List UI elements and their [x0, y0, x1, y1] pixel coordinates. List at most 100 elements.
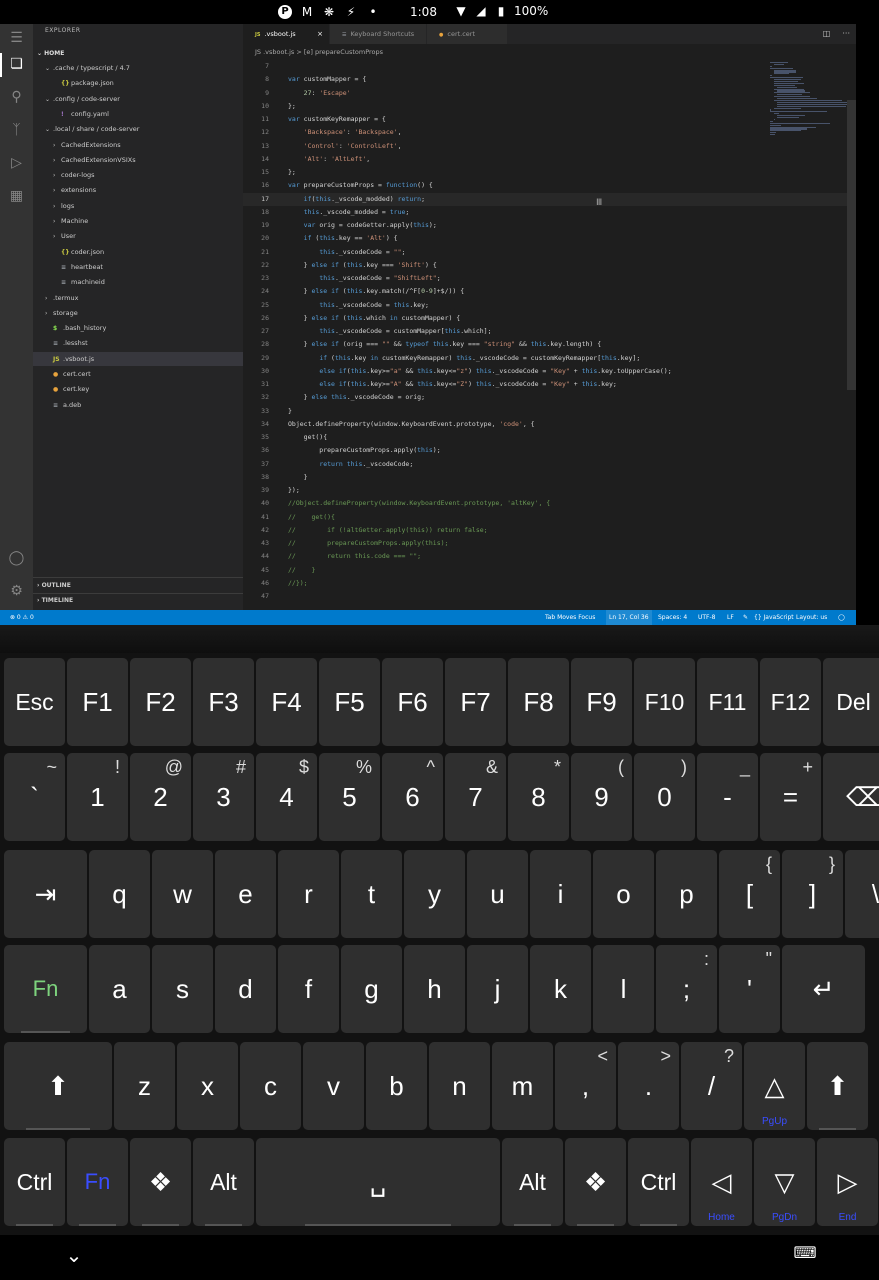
hide-keyboard-chevron-icon[interactable]: ⌄ [62, 1243, 86, 1267]
tree-item[interactable]: ≡ a.deb [33, 398, 243, 412]
pencil-icon[interactable]: ✎ [743, 610, 748, 625]
key-5-0[interactable]: Ctrl [4, 1138, 65, 1226]
tree-item[interactable]: {}package.json [33, 76, 243, 90]
tree-item[interactable]: › .termux [33, 291, 243, 305]
key-5-6[interactable]: ❖ [565, 1138, 626, 1226]
code-editor[interactable]: 7 8 var customMapper = {9 27: 'Escape' 10};… [243, 60, 847, 610]
key-1-1[interactable]: ! 1 [67, 753, 128, 841]
account-icon[interactable]: ◯ [8, 550, 25, 567]
key-3-3[interactable]: d [215, 945, 276, 1033]
scrollbar-thumb[interactable] [847, 100, 856, 390]
breadcrumb[interactable]: JS .vsboot.js > [e] prepareCustomProps [243, 44, 856, 60]
key-3-2[interactable]: s [152, 945, 213, 1033]
key-4-11[interactable]: △ PgUp [744, 1042, 805, 1130]
key-4-8[interactable]: <, [555, 1042, 616, 1130]
key-0-0[interactable]: Esc [4, 658, 65, 746]
key-2-13[interactable]: |\ [845, 850, 879, 938]
key-0-4[interactable]: F4 [256, 658, 317, 746]
key-0-1[interactable]: F1 [67, 658, 128, 746]
menu-icon[interactable]: ☰ [8, 30, 25, 47]
key-0-3[interactable]: F3 [193, 658, 254, 746]
tree-item[interactable]: › extensions [33, 183, 243, 197]
key-2-0[interactable]: ⇥ [4, 850, 87, 938]
tree-item[interactable]: › coder-logs [33, 168, 243, 182]
key-2-7[interactable]: u [467, 850, 528, 938]
key-4-9[interactable]: >. [618, 1042, 679, 1130]
key-0-12[interactable]: F12 [760, 658, 821, 746]
key-3-1[interactable]: a [89, 945, 150, 1033]
tree-item[interactable]: ⌄ .local / share / code-server [33, 122, 243, 136]
key-1-13[interactable]: ⌫ [823, 753, 879, 841]
indentation-status[interactable]: Spaces: 4 [658, 610, 687, 625]
notifications-bell-icon[interactable]: ◯ [838, 610, 845, 625]
key-0-5[interactable]: F5 [319, 658, 380, 746]
key-2-9[interactable]: o [593, 850, 654, 938]
key-3-7[interactable]: j [467, 945, 528, 1033]
key-5-3[interactable]: Alt [193, 1138, 254, 1226]
key-1-2[interactable]: @2 [130, 753, 191, 841]
tab-1[interactable]: ☰ Keyboard Shortcuts [330, 24, 426, 44]
key-3-6[interactable]: h [404, 945, 465, 1033]
keyboard-layout-status[interactable]: Layout: us [796, 610, 827, 625]
key-3-9[interactable]: l [593, 945, 654, 1033]
key-0-7[interactable]: F7 [445, 658, 506, 746]
tree-item[interactable]: › CachedExtensions [33, 138, 243, 152]
key-5-7[interactable]: Ctrl [628, 1138, 689, 1226]
tree-item[interactable]: ● cert.key [33, 382, 243, 396]
key-1-9[interactable]: (9 [571, 753, 632, 841]
timeline-panel-header[interactable]: › TIMELINE [37, 597, 73, 604]
key-2-4[interactable]: r [278, 850, 339, 938]
key-2-12[interactable]: }] [782, 850, 843, 938]
key-5-10[interactable]: ▷ End [817, 1138, 878, 1226]
tree-item[interactable]: › Machine [33, 214, 243, 228]
key-0-11[interactable]: F11 [697, 658, 758, 746]
key-4-4[interactable]: v [303, 1042, 364, 1130]
editor-scrollbar[interactable] [847, 60, 856, 610]
key-5-8[interactable]: ◁ Home [691, 1138, 752, 1226]
minimap[interactable] [770, 60, 848, 140]
key-1-0[interactable]: ~ ` [4, 753, 65, 841]
language-mode-status[interactable]: {} JavaScript [754, 610, 794, 625]
tree-item[interactable]: › storage [33, 306, 243, 320]
key-0-6[interactable]: F6 [382, 658, 443, 746]
tree-item[interactable]: ≡ .lesshst [33, 336, 243, 350]
key-1-5[interactable]: % 5 [319, 753, 380, 841]
key-2-1[interactable]: q [89, 850, 150, 938]
tree-item[interactable]: › logs [33, 199, 243, 213]
tree-item[interactable]: ● cert.cert [33, 367, 243, 381]
key-5-2[interactable]: ❖ [130, 1138, 191, 1226]
sidebar-section-home[interactable]: ⌄ HOME [37, 50, 64, 57]
key-3-0[interactable]: Fn [4, 945, 87, 1033]
key-0-10[interactable]: F10 [634, 658, 695, 746]
key-3-12[interactable]: ↵ [782, 945, 865, 1033]
key-4-12[interactable]: ⬆ [807, 1042, 868, 1130]
key-3-5[interactable]: g [341, 945, 402, 1033]
key-4-3[interactable]: c [240, 1042, 301, 1130]
key-1-11[interactable]: _ - [697, 753, 758, 841]
key-0-9[interactable]: F9 [571, 658, 632, 746]
key-5-5[interactable]: Alt [502, 1138, 563, 1226]
key-5-9[interactable]: ▽ PgDn [754, 1138, 815, 1226]
cursor-position-status[interactable]: Ln 17, Col 36 [606, 610, 652, 625]
tree-item[interactable]: JS .vsboot.js [33, 351, 243, 366]
key-4-2[interactable]: x [177, 1042, 238, 1130]
tree-item[interactable]: › User [33, 229, 243, 243]
tree-item[interactable]: ⌄ .config / code-server [33, 92, 243, 106]
tab-moves-focus-status[interactable]: Tab Moves Focus [545, 610, 595, 625]
eol-status[interactable]: LF [727, 610, 734, 625]
tree-item[interactable]: › CachedExtensionVSIXs [33, 153, 243, 167]
key-5-1[interactable]: Fn [67, 1138, 128, 1226]
close-icon[interactable]: × [317, 24, 323, 44]
key-2-2[interactable]: w [152, 850, 213, 938]
key-1-12[interactable]: + = [760, 753, 821, 841]
extensions-icon[interactable]: ▦ [8, 188, 25, 205]
outline-panel-header[interactable]: › OUTLINE [37, 582, 71, 589]
explorer-icon[interactable]: ❏ [8, 56, 25, 73]
key-4-6[interactable]: n [429, 1042, 490, 1130]
key-4-7[interactable]: m [492, 1042, 553, 1130]
key-4-10[interactable]: ? / [681, 1042, 742, 1130]
gear-icon[interactable]: ⚙ [8, 583, 25, 600]
tab-2[interactable]: ● cert.cert [427, 24, 507, 44]
tree-item[interactable]: ≡ heartbeat [33, 260, 243, 274]
key-2-11[interactable]: {[ [719, 850, 780, 938]
